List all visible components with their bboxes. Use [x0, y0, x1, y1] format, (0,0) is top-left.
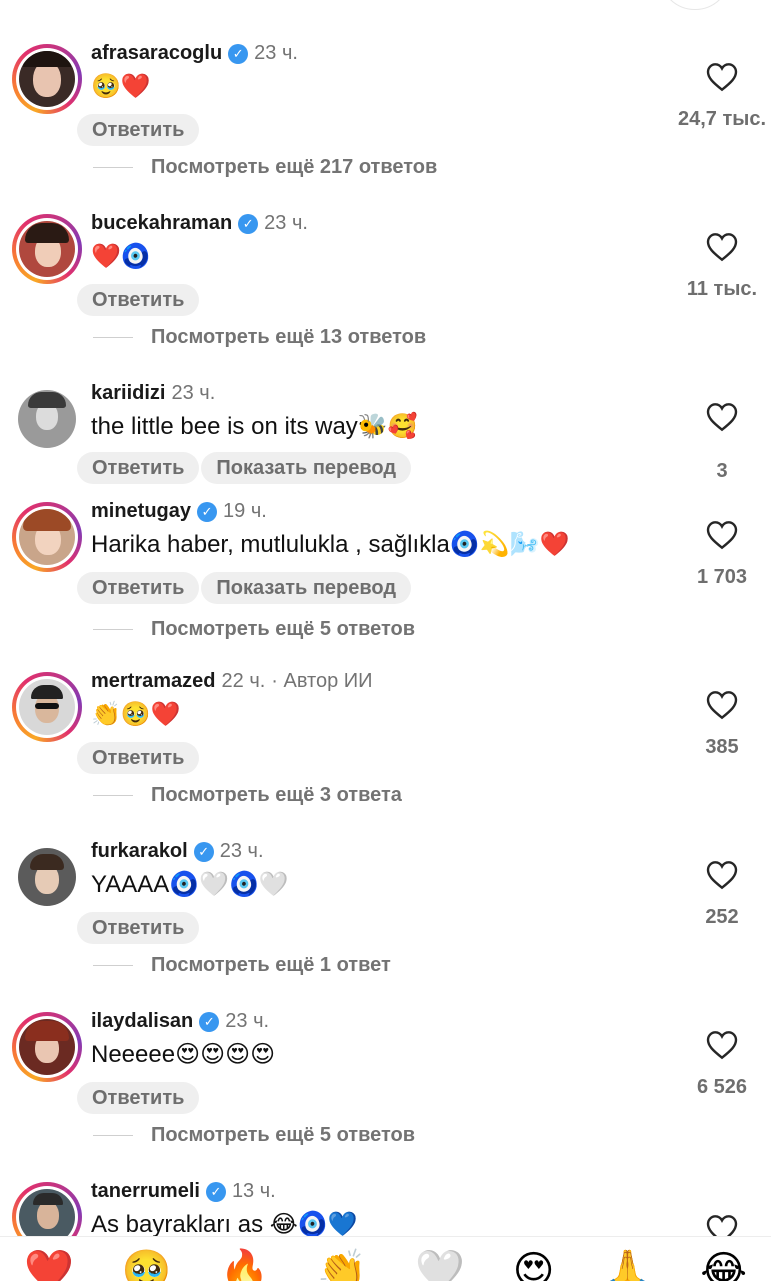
timestamp: 19 ч. — [223, 500, 267, 522]
like-count: 3 — [716, 460, 728, 482]
replies-divider — [93, 1135, 133, 1136]
avatar — [19, 509, 75, 565]
reaction-heart[interactable]: ❤️ — [24, 1251, 74, 1281]
reaction-laughing[interactable]: 😂 — [700, 1251, 747, 1281]
avatar-wrapper[interactable] — [12, 842, 82, 912]
reply-button[interactable]: Ответить — [77, 284, 200, 316]
username[interactable]: kariidizi — [91, 382, 165, 405]
like-heart-icon[interactable] — [706, 520, 738, 550]
timestamp: 22 ч. — [221, 670, 266, 692]
comment-text: 🥹❤️ — [91, 73, 151, 100]
replies-divider — [93, 337, 133, 338]
reply-button[interactable]: Ответить — [77, 452, 200, 484]
comment-text: Neeeee😍😍😍😍 — [91, 1041, 276, 1068]
username[interactable]: afrasaracoglu — [91, 42, 222, 65]
like-count: 252 — [705, 906, 739, 928]
timestamp: 23 ч. — [254, 42, 298, 64]
view-replies-label: Посмотреть ещё 217 ответов — [151, 156, 438, 178]
reaction-fire[interactable]: 🔥 — [220, 1251, 270, 1281]
reply-button[interactable]: Ответить — [77, 114, 200, 146]
replies-divider — [93, 965, 133, 966]
username[interactable]: furkarakol — [91, 840, 188, 863]
avatar-wrapper[interactable] — [12, 384, 82, 454]
like-heart-icon[interactable] — [706, 860, 738, 890]
like-heart-icon[interactable] — [706, 690, 738, 720]
comment-text: the little bee is on its way🐝🥰 — [91, 413, 418, 440]
avatar — [18, 390, 76, 448]
avatar-story-ring[interactable] — [12, 672, 82, 742]
timestamp: 23 ч. — [264, 212, 308, 234]
avatar-story-ring[interactable] — [12, 502, 82, 572]
comment-text: Harika haber, mutlulukla , sağlıkla🧿💫🌬️❤… — [91, 531, 570, 558]
avatar — [19, 221, 75, 277]
view-replies-button[interactable]: Посмотреть ещё 5 ответов — [93, 618, 415, 641]
verified-badge-icon: ✓ — [199, 1011, 220, 1032]
view-replies-button[interactable]: Посмотреть ещё 13 ответов — [93, 326, 426, 349]
view-replies-label: Посмотреть ещё 5 ответов — [151, 618, 416, 640]
quick-reactions-bar: ❤️ 🥹 🔥 👏 🤍 😍 🙏 😂 — [0, 1236, 771, 1281]
reaction-white-heart[interactable]: 🤍 — [415, 1251, 465, 1281]
comment-text: ❤️🧿 — [91, 243, 151, 270]
show-translation-button[interactable]: Показать перевод — [201, 572, 412, 604]
view-replies-label: Посмотреть ещё 5 ответов — [151, 1124, 416, 1146]
like-count: 1 703 — [696, 566, 748, 588]
username[interactable]: minetugay — [91, 500, 191, 523]
reply-button[interactable]: Ответить — [77, 742, 200, 774]
replies-divider — [93, 795, 133, 796]
timestamp: 13 ч. — [231, 1180, 276, 1202]
avatar — [19, 679, 75, 735]
reply-button[interactable]: Ответить — [77, 1082, 200, 1114]
like-count: 11 тыс. — [686, 278, 758, 300]
username[interactable]: tanerrumeli — [91, 1180, 200, 1203]
avatar — [19, 1019, 75, 1075]
scroll-top-indicator — [659, 0, 731, 10]
timestamp: 23 ч. — [171, 382, 216, 404]
reaction-clap[interactable]: 👏 — [317, 1251, 367, 1281]
timestamp: 23 ч. — [219, 840, 264, 862]
avatar — [19, 51, 75, 107]
show-translation-button[interactable]: Показать перевод — [201, 452, 412, 484]
verified-badge-icon: ✓ — [238, 213, 259, 234]
avatar-story-ring[interactable] — [12, 44, 82, 114]
view-replies-label: Посмотреть ещё 13 ответов — [151, 326, 427, 348]
username[interactable]: bucekahraman — [91, 212, 232, 235]
like-count: 6 526 — [696, 1076, 748, 1098]
verified-badge-icon: ✓ — [193, 841, 214, 862]
view-replies-button[interactable]: Посмотреть ещё 1 ответ — [93, 954, 391, 977]
view-replies-label: Посмотреть ещё 1 ответ — [151, 954, 391, 976]
author-label: · Автор ИИ — [271, 670, 373, 692]
replies-divider — [93, 629, 133, 630]
view-replies-button[interactable]: Посмотреть ещё 217 ответов — [93, 156, 437, 179]
avatar-story-ring[interactable] — [12, 1012, 82, 1082]
username[interactable]: mertramazed — [91, 670, 216, 693]
view-replies-button[interactable]: Посмотреть ещё 3 ответа — [93, 784, 402, 807]
like-heart-icon[interactable] — [706, 1030, 738, 1060]
comment-text: YAAAA🧿🤍🧿🤍 — [91, 871, 289, 898]
reaction-pray[interactable]: 🙏 — [602, 1251, 652, 1281]
like-heart-icon[interactable] — [706, 402, 738, 432]
view-replies-label: Посмотреть ещё 3 ответа — [151, 784, 402, 806]
username[interactable]: ilaydalisan — [91, 1010, 193, 1033]
view-replies-button[interactable]: Посмотреть ещё 5 ответов — [93, 1124, 415, 1147]
reply-button[interactable]: Ответить — [77, 912, 200, 944]
reaction-heart-eyes[interactable]: 😍 — [513, 1251, 555, 1281]
avatar-story-ring[interactable] — [12, 214, 82, 284]
like-count: 385 — [705, 736, 739, 758]
avatar — [18, 848, 76, 906]
like-count: 24,7 тыс. — [677, 108, 767, 130]
comment-text: As bayrakları as 😂🧿💙 — [91, 1211, 358, 1238]
reply-button[interactable]: Ответить — [77, 572, 200, 604]
like-heart-icon[interactable] — [706, 232, 738, 262]
verified-badge-icon: ✓ — [197, 501, 218, 522]
verified-badge-icon: ✓ — [228, 43, 249, 64]
comment-text: 👏🥹❤️ — [91, 701, 181, 728]
replies-divider — [93, 167, 133, 168]
reaction-pleading-face[interactable]: 🥹 — [122, 1251, 172, 1281]
timestamp: 23 ч. — [225, 1010, 270, 1032]
verified-badge-icon: ✓ — [205, 1181, 226, 1202]
like-heart-icon[interactable] — [706, 62, 738, 92]
